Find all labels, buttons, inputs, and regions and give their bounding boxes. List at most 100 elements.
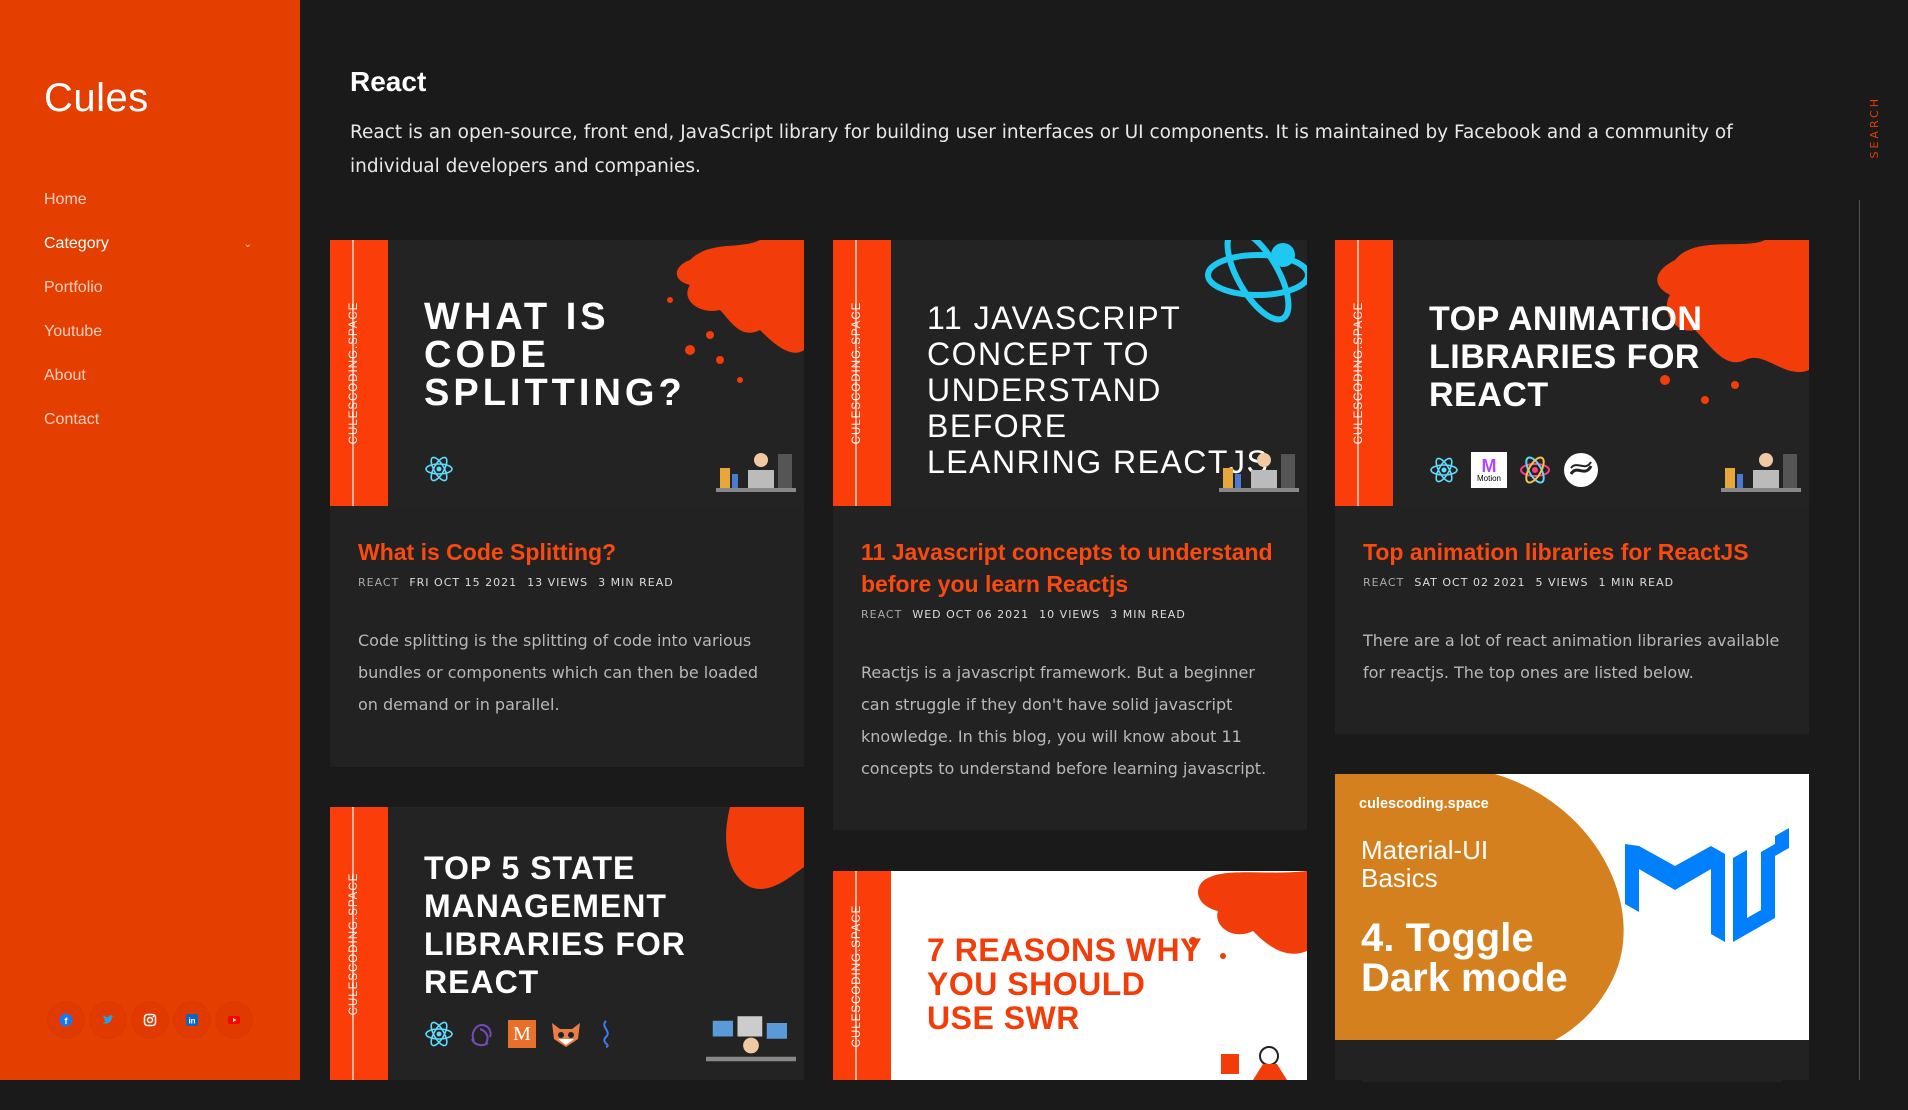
library-icons: M: [424, 1019, 616, 1049]
desk-illustration: [716, 453, 796, 492]
person-illustration: [1221, 1046, 1287, 1080]
post-category[interactable]: REACT: [358, 576, 399, 589]
post-date: SAT OCT 02 2021: [1414, 576, 1526, 589]
brand-stripe: CULESCODING.SPACE: [833, 871, 891, 1080]
post-excerpt: Code splitting is the splitting of code …: [358, 631, 758, 714]
nav-item-home[interactable]: Home: [44, 178, 256, 222]
nav-label: Category: [44, 235, 109, 252]
library-icons: M Motion: [1429, 452, 1599, 488]
post-thumbnail[interactable]: CULESCODING.SPACE TOP 5 STATE MANAGEMENT…: [330, 807, 804, 1080]
brand-text: CULESCODING.SPACE: [851, 301, 863, 445]
post-card[interactable]: CULESCODING.SPACE TOP 5 STATE MANAGEMENT…: [330, 807, 804, 1080]
mobx-icon: M: [508, 1020, 536, 1048]
thumbnail-heading: TOP 5 STATE MANAGEMENT LIBRARIES FOR REA…: [424, 850, 686, 1000]
thumbnail-heading: WHAT IS CODE SPLITTING?: [424, 296, 686, 414]
brand-stripe: CULESCODING.SPACE: [833, 240, 891, 506]
brand-text: CULESCODING.SPACE: [348, 301, 360, 445]
brand-stripe: CULESCODING.SPACE: [330, 807, 388, 1080]
desk-illustration: [706, 1016, 796, 1062]
sidebar: Cules Home Category ⌄ Portfolio Youtube A…: [0, 0, 300, 1080]
instagram-icon[interactable]: [132, 1002, 168, 1038]
post-title[interactable]: 11 Javascript concepts to understand bef…: [861, 536, 1279, 600]
post-thumbnail[interactable]: CULESCODING.SPACE 7 REASONS WHY YOU SHOU…: [833, 871, 1307, 1080]
brand-text: CULESCODING.SPACE: [1353, 301, 1365, 445]
post-date: WED OCT 06 2021: [912, 608, 1030, 621]
chevron-down-icon[interactable]: ⌄: [244, 239, 252, 250]
post-excerpt: There are a lot of react animation libra…: [1363, 631, 1780, 682]
page-description: React is an open-source, front end, Java…: [350, 122, 1733, 177]
page-title: React: [350, 66, 427, 97]
post-thumbnail[interactable]: culescoding.space Material-UI Basics 4. …: [1335, 774, 1809, 1040]
post-thumbnail[interactable]: CULESCODING.SPACE WHAT IS CODE SPLITTING…: [330, 240, 804, 506]
post-card[interactable]: culescoding.space Material-UI Basics 4. …: [1335, 774, 1809, 1082]
brand-text: CULESCODING.SPACE: [348, 872, 360, 1015]
post-title[interactable]: What is Code Splitting?: [358, 536, 776, 568]
post-card[interactable]: CULESCODING.SPACE TOP ANIMATION LIBRARIE…: [1335, 240, 1809, 734]
twitter-icon[interactable]: [90, 1002, 126, 1038]
post-card[interactable]: CULESCODING.SPACE 7 REASONS WHY YOU SHOU…: [833, 871, 1307, 1080]
search-rail: SEARCH: [1856, 0, 1908, 1080]
nav-item-about[interactable]: About: [44, 354, 256, 398]
card-body: 11 Javascript concepts to understand bef…: [833, 506, 1307, 813]
search-divider: [1859, 200, 1860, 1080]
post-card[interactable]: CULESCODING.SPACE WHAT IS CODE SPLITTING…: [330, 240, 804, 767]
desk-illustration: [1721, 453, 1801, 492]
main-nav: Home Category ⌄ Portfolio Youtube About C…: [44, 178, 256, 442]
react-icon: [425, 456, 453, 482]
desk-illustration: [1219, 453, 1299, 492]
linkedin-icon[interactable]: in: [174, 1002, 210, 1038]
recoil-icon: [552, 1023, 580, 1047]
svg-text:in: in: [188, 1017, 195, 1026]
facebook-icon[interactable]: f: [48, 1002, 84, 1038]
main-content: React React is an open-source, front end…: [300, 0, 1881, 1082]
framer-motion-icon: M Motion: [1471, 452, 1507, 488]
post-read-time: 3 MIN READ: [1110, 608, 1186, 621]
nav-item-contact[interactable]: Contact: [44, 398, 256, 442]
react-icon: [425, 1021, 453, 1047]
post-category[interactable]: REACT: [1363, 576, 1404, 589]
youtube-icon[interactable]: [216, 1002, 252, 1038]
brand-stripe: CULESCODING.SPACE: [1335, 240, 1393, 506]
material-ui-logo: [1625, 828, 1789, 942]
post-date: FRI OCT 15 2021: [409, 576, 518, 589]
post-meta: REACT SAT OCT 02 2021 5 VIEWS 1 MIN READ: [1363, 576, 1781, 589]
nav-label: Home: [44, 191, 87, 208]
brand-stripe: CULESCODING.SPACE: [330, 240, 388, 506]
brand-text: CULESCODING.SPACE: [851, 904, 863, 1047]
card-body: What is Code Splitting? REACT FRI OCT 15…: [330, 506, 804, 749]
redux-icon: [471, 1023, 492, 1047]
post-thumbnail[interactable]: CULESCODING.SPACE 11 JAVASCRIPT CONCEPT …: [833, 240, 1307, 506]
post-card[interactable]: CULESCODING.SPACE 11 JAVASCRIPT CONCEPT …: [833, 240, 1307, 830]
post-thumbnail[interactable]: CULESCODING.SPACE TOP ANIMATION LIBRARIE…: [1335, 240, 1809, 506]
nav-item-portfolio[interactable]: Portfolio: [44, 266, 256, 310]
brand-text: culescoding.space: [1359, 796, 1489, 812]
motion-label: Motion: [1476, 473, 1501, 483]
paint-splash: [726, 807, 804, 889]
post-title[interactable]: Top animation libraries for ReactJS: [1363, 536, 1781, 568]
thumbnail-heading: TOP ANIMATION LIBRARIES FOR REACT: [1429, 300, 1703, 414]
nav-label: Contact: [44, 411, 100, 428]
social-links: f in: [48, 1002, 252, 1038]
react-spring-icon: [1520, 456, 1550, 484]
react-icon: [1430, 457, 1458, 483]
nav-item-category[interactable]: Category ⌄: [44, 222, 256, 266]
post-category[interactable]: REACT: [861, 608, 902, 621]
card-body: Top animation libraries for ReactJS REAC…: [1335, 506, 1809, 717]
orange-half-circle: [1335, 774, 1624, 1040]
thumbnail-subtitle: Material-UI Basics: [1361, 835, 1489, 893]
card-body: [1335, 1040, 1809, 1110]
react-move-icon: [1564, 453, 1598, 487]
nav-item-youtube[interactable]: Youtube: [44, 310, 256, 354]
post-read-time: 1 MIN READ: [1598, 576, 1675, 589]
post-read-time: 3 MIN READ: [598, 576, 674, 589]
thumbnail-heading: 7 REASONS WHY YOU SHOULD USE SWR: [927, 932, 1202, 1036]
post-views: 10 VIEWS: [1039, 608, 1101, 621]
site-logo[interactable]: Cules: [44, 76, 149, 121]
thumbnail-heading: 4. Toggle Dark mode: [1361, 916, 1568, 1000]
search-toggle[interactable]: SEARCH: [1868, 96, 1881, 159]
nav-label: Portfolio: [44, 279, 103, 296]
nav-label: Youtube: [44, 323, 103, 340]
post-views: 5 VIEWS: [1535, 576, 1589, 589]
xstate-icon: [603, 1020, 609, 1048]
post-meta: REACT FRI OCT 15 2021 13 VIEWS 3 MIN REA…: [358, 576, 776, 589]
